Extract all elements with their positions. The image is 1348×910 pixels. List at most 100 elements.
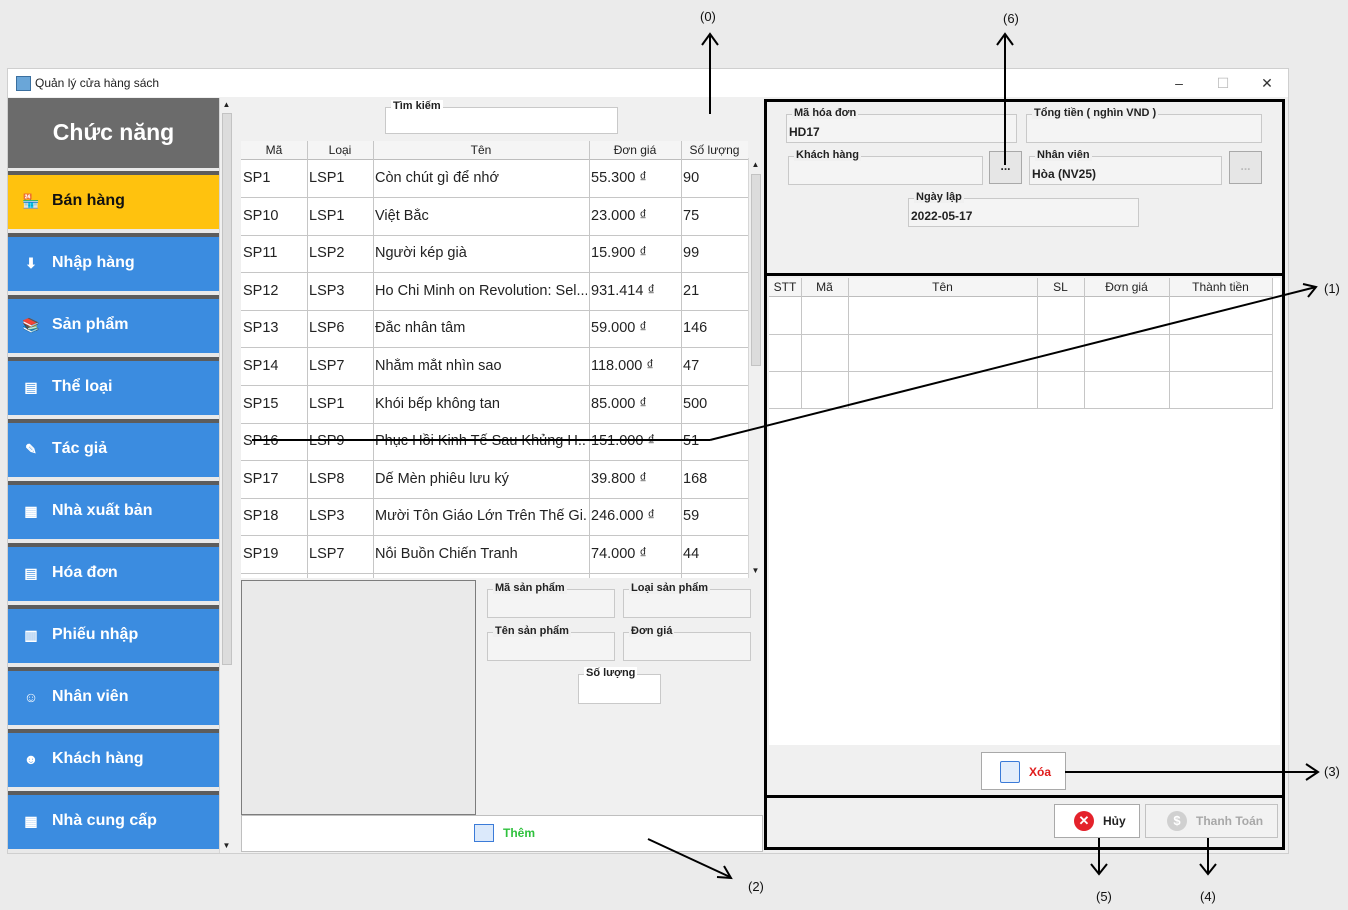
table-cell: 118.000 ₫	[591, 358, 654, 374]
employee-icon: ☺	[23, 689, 39, 705]
ten-san-pham-field[interactable]: Tên sản phẩm	[487, 625, 615, 661]
table-cell: SP16	[243, 433, 279, 450]
table-cell: 39.800 ₫	[591, 470, 647, 487]
table-row[interactable]: SP12 LSP3 Ho Chi Minh on Revolution: Sel..…	[241, 273, 748, 311]
table-row[interactable]: SP15 LSP1 Khói bếp không tan 85.000 ₫ 500	[241, 386, 748, 424]
table-cell: SP17	[243, 470, 279, 487]
table-cell: 931.414 ₫	[591, 282, 655, 299]
col-so-luong[interactable]: Số lượng	[681, 143, 748, 157]
sidebar-item-3[interactable]: 📚 Sản phẩm	[8, 295, 219, 353]
choose-employee-button[interactable]: ...	[1229, 151, 1262, 184]
sidebar-item-7[interactable]: ▤ Hóa đơn	[8, 543, 219, 601]
dollar-icon: $	[1167, 811, 1187, 831]
so-luong-field[interactable]: Số lượng	[578, 667, 661, 704]
sidebar-item-8[interactable]: ▥ Phiếu nhập	[8, 605, 219, 663]
ma-hoa-don-value: HD17	[789, 125, 820, 139]
table-cell: 51	[683, 433, 700, 450]
table-row[interactable]: SP10 LSP1 Việt Bắc 23.000 ₫ 75	[241, 198, 748, 236]
sidebar-item-10[interactable]: ☻ Khách hàng	[8, 729, 219, 787]
table-cell: SP18	[243, 508, 279, 525]
products-table: Mã Loại Tên Đơn giá Số lượng SP1 LSP1 Còn …	[241, 141, 748, 578]
col-inv-sl[interactable]: SL	[1037, 280, 1084, 294]
table-row[interactable]	[769, 371, 1272, 409]
sidebar-item-1[interactable]: 🏪 Bán hàng	[8, 171, 219, 229]
table-row[interactable]	[769, 334, 1272, 372]
products-scrollbar[interactable]: ▲ ▼	[748, 158, 762, 578]
products-table-header: Mã Loại Tên Đơn giá Số lượng	[241, 141, 748, 160]
table-row[interactable]: SP18 LSP3 Mười Tôn Giáo Lớn Trên Thế Gi...…	[241, 498, 748, 537]
loai-san-pham-field[interactable]: Loại sản phẩm	[623, 582, 751, 618]
sidebar-item-11[interactable]: ▦ Nhà cung cấp	[8, 791, 219, 849]
app-window: Quản lý cửa hàng sách – ☐ ✕ Chức năng 🏪 B…	[7, 68, 1289, 854]
table-cell: LSP9	[309, 433, 345, 450]
ma-hoa-don-field[interactable]: Mã hóa đơn HD17	[786, 107, 1017, 143]
invoice-icon: ▤	[24, 565, 38, 581]
choose-customer-button[interactable]: ...	[989, 151, 1022, 184]
scroll-down-arrow-icon[interactable]: ▼	[220, 839, 233, 853]
nhan-vien-field[interactable]: Nhân viên Hòa (NV25)	[1029, 149, 1222, 185]
don-gia-field[interactable]: Đơn giá	[623, 625, 751, 661]
scroll-up-arrow-icon[interactable]: ▲	[220, 98, 233, 112]
table-row[interactable]: SP13 LSP6 Đắc nhân tâm 59.000 ₫ 146	[241, 310, 748, 349]
add-button[interactable]: Thêm	[241, 815, 763, 852]
tong-tien-label: Tổng tiền ( nghìn VND )	[1032, 107, 1159, 119]
table-cell: SP12	[243, 282, 279, 299]
scroll-up-arrow-icon[interactable]: ▲	[749, 158, 762, 172]
col-inv-thanh-tien[interactable]: Thành tiền	[1169, 280, 1272, 294]
sidebar-heading: Chức năng	[8, 98, 219, 168]
khach-hang-field[interactable]: Khách hàng	[788, 149, 983, 185]
scroll-thumb[interactable]	[222, 113, 232, 665]
so-luong-label: Số lượng	[584, 667, 638, 679]
callout-5: (5)	[1096, 889, 1112, 904]
table-cell: 246.000 ₫	[591, 508, 655, 525]
ngay-lap-value: 2022-05-17	[911, 209, 973, 223]
sidebar-item-2[interactable]: ⬇ Nhập hàng	[8, 233, 219, 291]
scroll-down-arrow-icon[interactable]: ▼	[749, 564, 762, 578]
table-row[interactable]: SP14 LSP7 Nhắm mắt nhìn sao 118.000 ₫ 47	[241, 348, 748, 386]
scroll-thumb[interactable]	[751, 174, 761, 366]
col-ten[interactable]: Tên	[373, 143, 589, 157]
shop-icon: 🏪	[22, 193, 40, 209]
col-loai[interactable]: Loại	[307, 143, 373, 157]
import-icon: ⬇	[25, 255, 37, 271]
col-ma[interactable]: Mã	[241, 143, 307, 157]
sidebar-item-label: Nhà xuất bản	[52, 502, 153, 519]
col-inv-ten[interactable]: Tên	[848, 280, 1037, 294]
table-row[interactable]: SP17 LSP8 Dế Mèn phiêu lưu ký 39.800 ₫ 168	[241, 461, 748, 499]
callout-2: (2)	[748, 879, 764, 894]
minimize-button[interactable]: –	[1164, 73, 1194, 93]
col-inv-don-gia[interactable]: Đơn giá	[1084, 280, 1169, 294]
sidebar-scrollbar[interactable]: ▲ ▼	[219, 98, 233, 853]
col-inv-ma[interactable]: Mã	[801, 280, 848, 294]
sidebar-item-4[interactable]: ▤ Thể loại	[8, 357, 219, 415]
sidebar-item-5[interactable]: ✎ Tác giả	[8, 419, 219, 477]
sidebar-item-6[interactable]: ▦ Nhà xuất bản	[8, 481, 219, 539]
table-cell: 151.000 ₫	[591, 433, 655, 450]
ma-san-pham-field[interactable]: Mã sản phẩm	[487, 582, 615, 618]
col-stt[interactable]: STT	[769, 280, 801, 294]
close-button[interactable]: ✕	[1252, 73, 1282, 93]
table-cell: 75	[683, 207, 700, 224]
table-row[interactable]	[769, 297, 1272, 335]
ngay-lap-field[interactable]: Ngày lập 2022-05-17	[908, 191, 1139, 227]
tong-tien-field[interactable]: Tổng tiền ( nghìn VND )	[1026, 107, 1262, 143]
pay-button[interactable]: $ Thanh Toán	[1145, 804, 1278, 838]
table-cell: Mười Tôn Giáo Lớn Trên Thế Gi...	[375, 508, 587, 525]
col-don-gia[interactable]: Đơn giá	[589, 143, 681, 157]
sidebar-item-label: Nhà cung cấp	[52, 812, 157, 829]
callout-0: (0)	[700, 9, 716, 24]
delete-button[interactable]: Xóa	[981, 752, 1066, 790]
search-field[interactable]: Tìm kiếm	[385, 100, 618, 134]
sidebar-item-9[interactable]: ☺ Nhân viên	[8, 667, 219, 725]
cancel-button-label: Hủy	[1103, 814, 1126, 828]
table-cell: SP1	[243, 170, 271, 186]
table-row[interactable]: SP16 LSP9 Phục Hồi Kinh Tế Sau Khủng H... 1…	[241, 423, 748, 462]
cancel-button[interactable]: ✕ Hủy	[1054, 804, 1140, 838]
table-row[interactable]: SP11 LSP2 Người kép già 15.900 ₫ 99	[241, 235, 748, 274]
table-row[interactable]: SP1 LSP1 Còn chút gì để nhớ 55.300 ₫ 90	[241, 160, 748, 198]
table-cell: Phục Hồi Kinh Tế Sau Khủng H...	[375, 433, 587, 450]
table-cell: 55.300 ₫	[591, 170, 647, 186]
table-row[interactable]: SP19 LSP7 Nỗi Buồn Chiến Tranh 74.000 ₫ 44	[241, 536, 748, 574]
nhan-vien-label: Nhân viên	[1035, 149, 1092, 161]
maximize-button[interactable]: ☐	[1208, 73, 1238, 93]
